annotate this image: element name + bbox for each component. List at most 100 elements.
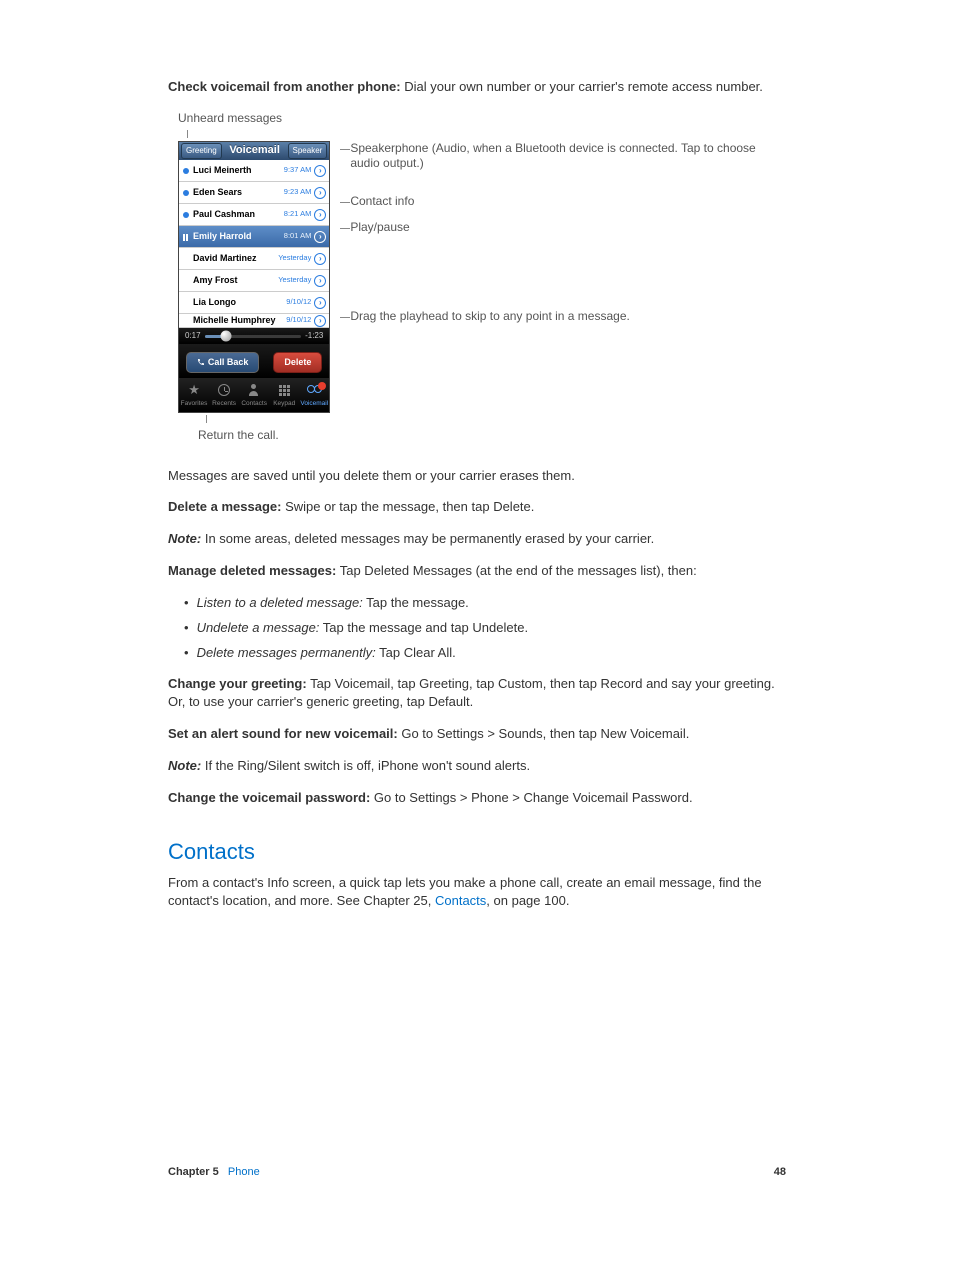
caption-unheard: Unheard messages: [178, 110, 786, 127]
message-time: 9/10/12: [286, 297, 311, 308]
p-note1: Note: In some areas, deleted messages ma…: [168, 530, 786, 549]
list-item: Delete messages permanently: Tap Clear A…: [184, 644, 786, 663]
message-time: 8:21 AM: [284, 209, 312, 220]
tab-favorites[interactable]: ★ Favorites: [179, 383, 209, 408]
contacts-text-after: , on page 100.: [486, 893, 569, 908]
p-alert: Set an alert sound for new voicemail: Go…: [168, 725, 786, 744]
contacts-link[interactable]: Contacts: [435, 893, 486, 908]
message-row-selected[interactable]: Emily Harrold 8:01 AM ›: [179, 226, 329, 248]
message-time: 9:23 AM: [284, 187, 312, 198]
list-item: Listen to a deleted message: Tap the mes…: [184, 594, 786, 613]
chapter-label: Chapter 5: [168, 1166, 219, 1178]
message-row[interactable]: Eden Sears 9:23 AM ›: [179, 182, 329, 204]
playhead-knob[interactable]: [220, 331, 231, 342]
message-name: Emily Harrold: [193, 230, 284, 243]
p-password: Change the voicemail password: Go to Set…: [168, 789, 786, 808]
li2-text: Tap the message and tap Undelete.: [319, 620, 528, 635]
message-row[interactable]: Paul Cashman 8:21 AM ›: [179, 204, 329, 226]
tab-label: Favorites: [181, 399, 208, 408]
message-row[interactable]: David Martinez Yesterday ›: [179, 248, 329, 270]
message-time: Yesterday: [278, 253, 311, 264]
delete-text: Swipe or tap the message, then tap Delet…: [281, 499, 534, 514]
callout-playhead: Drag the playhead to skip to any point i…: [340, 309, 786, 323]
p-saved: Messages are saved until you delete them…: [168, 467, 786, 486]
action-buttons: Call Back Delete: [179, 344, 329, 378]
tab-voicemail[interactable]: Voicemail: [299, 383, 329, 408]
info-chevron-icon[interactable]: ›: [314, 297, 326, 309]
info-chevron-icon[interactable]: ›: [314, 209, 326, 221]
manage-list: Listen to a deleted message: Tap the mes…: [168, 594, 786, 663]
tab-keypad[interactable]: Keypad: [269, 383, 299, 408]
alert-label: Set an alert sound for new voicemail:: [168, 726, 398, 741]
p-note2: Note: If the Ring/Silent switch is off, …: [168, 757, 786, 776]
message-name: Amy Frost: [193, 274, 278, 287]
tab-label: Keypad: [273, 399, 295, 408]
voicemail-topbar: Greeting Voicemail Speaker: [179, 142, 329, 160]
info-chevron-icon[interactable]: ›: [314, 165, 326, 177]
message-name: Lia Longo: [193, 296, 286, 309]
page-footer: Chapter 5 Phone 48: [168, 1165, 786, 1181]
message-name: David Martinez: [193, 252, 278, 265]
note2-text: If the Ring/Silent switch is off, iPhone…: [201, 758, 530, 773]
message-time: Yesterday: [278, 275, 311, 286]
footer-chapter: Chapter 5 Phone: [168, 1165, 260, 1181]
tab-recents[interactable]: Recents: [209, 383, 239, 408]
heard-spacer: [183, 300, 189, 306]
callout-play-pause: Play/pause: [340, 220, 786, 234]
message-row-partial[interactable]: Michelle Humphrey 9/10/12 ›: [179, 314, 329, 328]
message-list: Luci Meinerth 9:37 AM › Eden Sears 9:23 …: [179, 160, 329, 328]
time-remaining: -1:23: [305, 330, 323, 342]
info-chevron-icon[interactable]: ›: [314, 275, 326, 287]
phone-icon: [197, 358, 205, 366]
chapter-name: Phone: [228, 1166, 260, 1178]
check-label: Check voicemail from another phone:: [168, 79, 401, 94]
pause-icon: [183, 234, 189, 240]
li1-text: Tap the message.: [363, 595, 469, 610]
message-row[interactable]: Amy Frost Yesterday ›: [179, 270, 329, 292]
clock-icon: [217, 383, 232, 398]
star-icon: ★: [187, 383, 202, 398]
message-row[interactable]: Luci Meinerth 9:37 AM ›: [179, 160, 329, 182]
message-name: Luci Meinerth: [193, 164, 284, 177]
info-chevron-icon[interactable]: ›: [314, 231, 326, 243]
callout-speakerphone: Speakerphone (Audio, when a Bluetooth de…: [340, 141, 786, 170]
message-time: 9:37 AM: [284, 165, 312, 176]
call-back-label: Call Back: [208, 356, 249, 369]
message-row[interactable]: Lia Longo 9/10/12 ›: [179, 292, 329, 314]
voicemail-figure: Unheard messages Greeting Voicemail Spea…: [178, 110, 786, 445]
time-elapsed: 0:17: [185, 330, 201, 342]
tab-label: Voicemail: [300, 399, 328, 408]
unread-dot-icon: [183, 190, 189, 196]
message-time: 9/10/12: [286, 315, 311, 326]
li2-label: Undelete a message:: [197, 620, 320, 635]
info-chevron-icon[interactable]: ›: [314, 253, 326, 265]
caption-tick: [187, 130, 188, 138]
info-chevron-icon[interactable]: ›: [314, 315, 326, 327]
greeting-button[interactable]: Greeting: [181, 143, 222, 159]
callout-contact-info: Contact info: [340, 194, 786, 208]
call-back-button[interactable]: Call Back: [186, 352, 260, 373]
speaker-button[interactable]: Speaker: [288, 143, 328, 159]
alert-text: Go to Settings > Sounds, then tap New Vo…: [398, 726, 690, 741]
manage-label: Manage deleted messages:: [168, 563, 336, 578]
scrub-track[interactable]: [205, 335, 302, 338]
contacts-heading: Contacts: [168, 836, 786, 868]
contacts-para: From a contact's Info screen, a quick ta…: [168, 874, 786, 912]
tab-contacts[interactable]: Contacts: [239, 383, 269, 408]
pwd-label: Change the voicemail password:: [168, 790, 370, 805]
note1-label: Note:: [168, 531, 201, 546]
person-icon: [247, 383, 262, 398]
info-chevron-icon[interactable]: ›: [314, 187, 326, 199]
playhead-scrubber[interactable]: 0:17 -1:23: [179, 328, 329, 344]
message-time: 8:01 AM: [284, 231, 312, 242]
message-name: Michelle Humphrey: [193, 314, 286, 327]
p-delete: Delete a message: Swipe or tap the messa…: [168, 498, 786, 517]
manage-text: Tap Deleted Messages (at the end of the …: [336, 563, 696, 578]
delete-button[interactable]: Delete: [273, 352, 322, 373]
caption-tick-bottom: [206, 415, 207, 423]
heard-spacer: [183, 256, 189, 262]
message-name: Eden Sears: [193, 186, 284, 199]
tab-label: Contacts: [241, 399, 267, 408]
tab-bar: ★ Favorites Recents Contacts Keypad: [179, 378, 329, 412]
unread-dot-icon: [183, 212, 189, 218]
